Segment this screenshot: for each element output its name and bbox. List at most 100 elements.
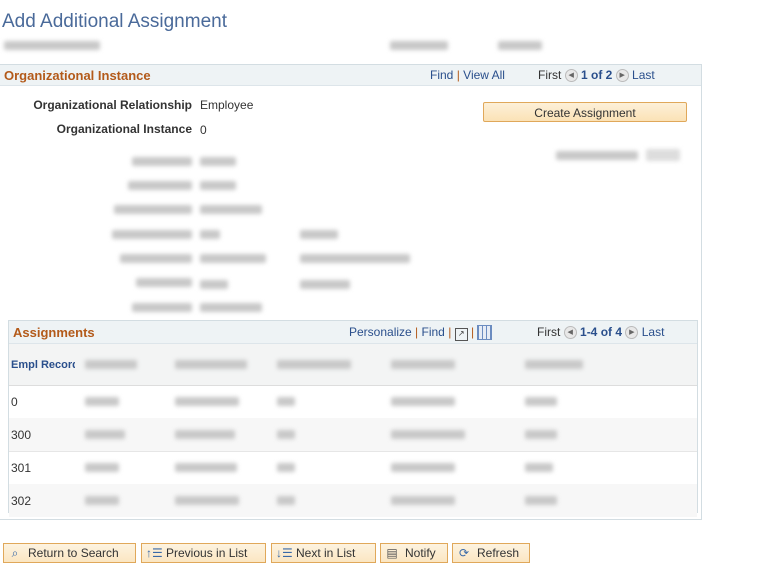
divider: | bbox=[415, 325, 419, 339]
previous-icon[interactable]: ◀ bbox=[564, 69, 578, 83]
personalize-link[interactable]: Personalize bbox=[349, 325, 412, 339]
blurred-content bbox=[391, 360, 455, 369]
empl-record-cell: 301 bbox=[11, 461, 32, 475]
blurred-value bbox=[200, 181, 236, 190]
blurred-content bbox=[277, 463, 295, 472]
empl-record-cell: 0 bbox=[11, 395, 18, 409]
org-relationship-value: Employee bbox=[200, 98, 254, 112]
first-label: First bbox=[537, 325, 561, 339]
first-label: First bbox=[538, 68, 562, 82]
notify-button[interactable]: ▤ Notify bbox=[380, 543, 448, 563]
divider: | bbox=[456, 68, 460, 82]
grid-title: Assignments bbox=[13, 325, 95, 340]
blurred-value bbox=[300, 280, 350, 289]
blurred-employee-name bbox=[4, 41, 100, 50]
row-count: 1-4 of 4 bbox=[580, 325, 623, 339]
blurred-label bbox=[132, 157, 192, 166]
org-instance-label: Organizational Instance bbox=[56, 122, 192, 136]
button-label: Previous in List bbox=[166, 546, 248, 560]
blurred-field bbox=[498, 41, 542, 50]
blurred-field bbox=[646, 149, 680, 161]
blurred-content bbox=[175, 360, 247, 369]
blurred-content bbox=[85, 430, 125, 439]
blurred-content bbox=[391, 496, 455, 505]
button-label: Refresh bbox=[477, 546, 520, 560]
create-assignment-button[interactable]: Create Assignment bbox=[483, 102, 687, 122]
blurred-value bbox=[300, 254, 410, 263]
previous-in-list-button[interactable]: ↑☰ Previous in List bbox=[141, 543, 266, 563]
blurred-content bbox=[85, 397, 119, 406]
button-label: Next in List bbox=[296, 546, 356, 560]
table-row: 302 bbox=[9, 484, 697, 517]
divider: | bbox=[448, 325, 452, 339]
blurred-content bbox=[525, 430, 557, 439]
blurred-content bbox=[175, 496, 239, 505]
blurred-content bbox=[85, 463, 119, 472]
button-label: Notify bbox=[405, 546, 436, 560]
empl-record-cell: 300 bbox=[11, 428, 32, 442]
blurred-content bbox=[277, 430, 295, 439]
blurred-value bbox=[200, 157, 236, 166]
notify-icon: ▤ bbox=[386, 546, 398, 560]
blurred-value bbox=[200, 254, 266, 263]
next-icon[interactable]: ▶ bbox=[625, 326, 639, 340]
previous-icon[interactable]: ◀ bbox=[563, 326, 577, 340]
blurred-content bbox=[85, 360, 137, 369]
blurred-content bbox=[391, 397, 455, 406]
table-row: 300 bbox=[9, 418, 697, 452]
col-empl-record[interactable]: Empl Record bbox=[11, 359, 75, 371]
view-all-link[interactable]: View All bbox=[463, 68, 505, 82]
blurred-content bbox=[175, 397, 239, 406]
blurred-label bbox=[120, 254, 192, 263]
empl-record-cell: 302 bbox=[11, 494, 32, 508]
refresh-icon: ⟳ bbox=[458, 546, 470, 560]
next-in-list-button[interactable]: ↓☰ Next in List bbox=[271, 543, 376, 563]
last-link[interactable]: Last bbox=[632, 68, 655, 82]
blurred-content bbox=[525, 496, 557, 505]
search-return-icon: ⌕ bbox=[11, 546, 19, 560]
download-grid-icon[interactable] bbox=[477, 325, 493, 341]
blurred-value bbox=[200, 230, 220, 239]
next-icon[interactable]: ▶ bbox=[615, 69, 629, 83]
blurred-value bbox=[200, 280, 228, 289]
section-title: Organizational Instance bbox=[4, 68, 151, 83]
last-link[interactable]: Last bbox=[642, 325, 665, 339]
org-instance-value: 0 bbox=[200, 123, 207, 137]
blurred-content bbox=[277, 496, 295, 505]
blurred-value bbox=[300, 230, 338, 239]
blurred-content bbox=[175, 463, 237, 472]
next-list-icon: ↓☰ bbox=[276, 546, 293, 560]
previous-list-icon: ↑☰ bbox=[146, 546, 163, 560]
grid-header: Assignments Personalize | Find | ↗ | Fir… bbox=[9, 321, 697, 344]
column-header-row: Empl Record bbox=[9, 344, 697, 386]
new-window-icon[interactable]: ↗ bbox=[454, 328, 468, 341]
org-relationship-label: Organizational Relationship bbox=[33, 98, 192, 112]
divider: | bbox=[471, 325, 475, 339]
blurred-label bbox=[132, 303, 192, 312]
page-title: Add Additional Assignment bbox=[2, 11, 227, 32]
blurred-content bbox=[525, 463, 553, 472]
blurred-content bbox=[525, 397, 557, 406]
blurred-label bbox=[114, 205, 192, 214]
find-link[interactable]: Find bbox=[430, 68, 453, 82]
refresh-button[interactable]: ⟳ Refresh bbox=[452, 543, 530, 563]
blurred-content bbox=[277, 360, 351, 369]
button-label: Return to Search bbox=[28, 546, 119, 560]
blurred-content bbox=[391, 430, 465, 439]
find-link[interactable]: Find bbox=[422, 325, 445, 339]
blurred-content bbox=[525, 360, 583, 369]
blurred-content bbox=[85, 496, 119, 505]
blurred-value bbox=[200, 205, 262, 214]
blurred-label bbox=[136, 278, 192, 287]
blurred-field bbox=[390, 41, 448, 50]
page-count: 1 of 2 bbox=[581, 68, 613, 82]
blurred-content bbox=[277, 397, 295, 406]
blurred-label bbox=[556, 151, 638, 160]
blurred-label bbox=[128, 181, 192, 190]
blurred-content bbox=[175, 430, 235, 439]
return-to-search-button[interactable]: ⌕ Return to Search bbox=[3, 543, 136, 563]
section-header: Organizational Instance Find | View All … bbox=[0, 65, 701, 86]
blurred-value bbox=[200, 303, 262, 312]
blurred-label bbox=[112, 230, 192, 239]
table-row: 301 bbox=[9, 451, 697, 485]
